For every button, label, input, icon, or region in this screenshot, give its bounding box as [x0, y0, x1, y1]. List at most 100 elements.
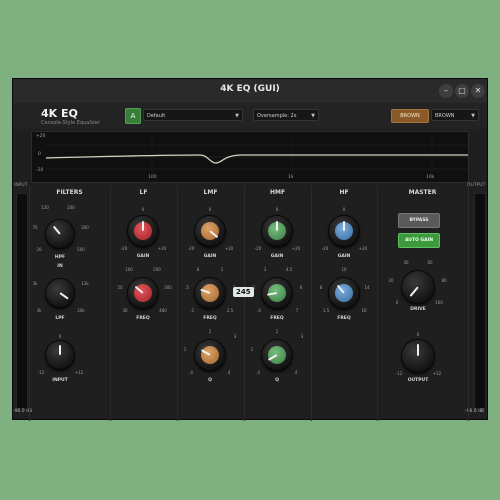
knob-tick: 500: [77, 247, 85, 252]
hf-gain-knob[interactable]: [329, 216, 359, 246]
oversample-dropdown[interactable]: Oversample: 2x ▼: [253, 109, 319, 121]
knob-tick: 3: [300, 334, 304, 339]
knob-tick: -20: [187, 246, 195, 251]
hf-freq-knob[interactable]: [329, 278, 359, 308]
knob-indicator: [142, 221, 144, 231]
knob-tick: 200: [67, 205, 75, 210]
lmf-freq-label: FREQ: [203, 316, 217, 321]
console-type-dropdown[interactable]: BROWN ▼: [431, 109, 479, 121]
maximize-button[interactable]: ▢: [455, 84, 469, 98]
hpf-knob[interactable]: [46, 220, 74, 248]
lmf-q-knob[interactable]: [195, 340, 225, 370]
knob-tick: .5: [185, 285, 189, 290]
output-knob[interactable]: [402, 340, 434, 372]
knob-tick: .4: [189, 370, 193, 375]
knob-tick: 8: [196, 267, 200, 272]
knob-tick: 14: [364, 285, 370, 290]
knob-tick: 1: [252, 285, 256, 290]
auto-gain-button[interactable]: AUTO GAIN: [398, 233, 440, 248]
knob-tick: 1.5: [322, 308, 330, 313]
plugin-window: 4K EQ (GUI) – ▢ ✕ 4K EQ Console-Style Eq…: [12, 78, 488, 421]
display-xtick: 1k: [288, 175, 294, 180]
knob-tick: 3k: [36, 308, 42, 313]
knob-tick: 0: [208, 207, 212, 212]
knob-tick: 16: [361, 308, 367, 313]
section-divider: [110, 185, 111, 421]
section-divider: [377, 185, 378, 421]
lmf-q-label: Q: [208, 378, 212, 383]
close-button[interactable]: ✕: [471, 84, 485, 98]
output-meter-label: OUTPUT: [467, 183, 486, 188]
drive-knob[interactable]: [402, 271, 434, 303]
output-meter: [474, 193, 486, 409]
preset-value: Default: [147, 113, 166, 119]
input-meter-label: INPUT: [14, 183, 28, 188]
knob-tick: 4: [227, 370, 231, 375]
knob-tick: 0: [275, 207, 279, 212]
display-xtick: 10k: [426, 175, 435, 180]
oversample-value: Oversample: 2x: [257, 113, 297, 119]
window-title: 4K EQ (GUI): [220, 84, 280, 94]
knob-indicator: [417, 344, 419, 356]
brand-subtitle: Console-Style Equalizer: [41, 120, 100, 126]
lpf-knob[interactable]: [46, 279, 74, 307]
knob-tick: 20: [388, 278, 394, 283]
knob-tick: 20: [36, 247, 42, 252]
knob-tick: 3: [263, 267, 267, 272]
eq-curve-graph: [45, 134, 468, 178]
brown-mode-button[interactable]: BROWN: [391, 109, 429, 123]
hmf-freq-knob[interactable]: [262, 278, 292, 308]
output-gain-label: OUTPUT: [407, 378, 429, 383]
knob-tick: 20k: [77, 308, 85, 313]
knob-tick: 50: [117, 285, 123, 290]
knob-tick: 2: [275, 329, 279, 334]
hmf-q-knob[interactable]: [262, 340, 292, 370]
chevron-down-icon: ▼: [235, 113, 239, 119]
knob-tick: -20: [321, 246, 329, 251]
knob-tick: .2: [190, 308, 194, 313]
hmf-freq-label: FREQ: [270, 316, 284, 321]
knob-tick: 3: [233, 334, 237, 339]
knob-tick: 8: [319, 285, 323, 290]
plugin-header: 4K EQ Console-Style Equalizer A Default …: [13, 103, 487, 129]
knob-tick: 1: [220, 267, 224, 272]
lf-freq-knob[interactable]: [128, 278, 158, 308]
hpf-label: HPF: [54, 255, 66, 260]
section-title-hf: HF: [339, 189, 349, 196]
knob-tick: -12: [37, 370, 45, 375]
knob-tick: +20: [358, 246, 368, 251]
knob-tick: 1: [183, 347, 187, 352]
input-gain-label: INPUT: [52, 378, 68, 383]
section-divider: [244, 185, 245, 421]
knob-tick: 6: [299, 285, 303, 290]
lmf-freq-knob[interactable]: [195, 278, 225, 308]
knob-cap: [201, 284, 219, 302]
section-divider: [29, 185, 30, 421]
knob-tick: 4: [294, 370, 298, 375]
lf-freq-label: FREQ: [136, 316, 150, 321]
knob-indicator: [276, 221, 278, 231]
section-title-master: MASTER: [408, 189, 437, 196]
ab-compare-button[interactable]: A: [125, 108, 141, 124]
lmf-gain-knob[interactable]: [195, 216, 225, 246]
hmf-gain-label: GAIN: [270, 254, 284, 259]
hmf-gain-knob[interactable]: [262, 216, 292, 246]
minimize-button[interactable]: –: [439, 84, 453, 98]
preset-dropdown[interactable]: Default ▼: [143, 109, 243, 121]
knob-tick: 2.5: [226, 308, 234, 313]
chevron-down-icon: ▼: [311, 113, 315, 119]
eq-curve-display[interactable]: +20 0 -20 100 1k 10k: [31, 131, 469, 183]
knob-tick: -20: [120, 246, 128, 251]
knob-tick: 30: [122, 308, 128, 313]
knob-tick: +12: [74, 370, 84, 375]
lf-gain-knob[interactable]: [128, 216, 158, 246]
console-type-value: BROWN: [435, 113, 455, 119]
display-xtick: 100: [148, 175, 157, 180]
bypass-button[interactable]: BYPASS: [398, 213, 440, 228]
input-knob[interactable]: [46, 341, 74, 369]
knob-tick: 1: [250, 347, 254, 352]
brand-name: 4K EQ: [41, 107, 78, 120]
knob-tick: 3k: [32, 281, 38, 286]
knob-indicator: [59, 345, 61, 355]
knob-indicator: [409, 286, 419, 297]
